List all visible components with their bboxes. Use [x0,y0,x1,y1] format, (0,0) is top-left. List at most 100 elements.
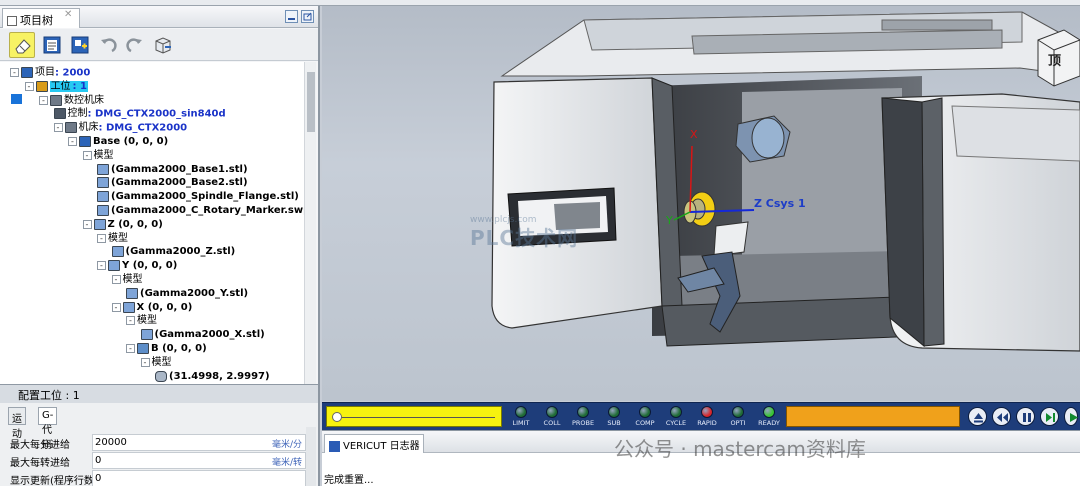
tree-scrollbar[interactable] [304,62,316,384]
tree-node-label: 机床 [78,122,99,134]
tree-node-label: 模型 [108,232,128,244]
config-row-max-feed-min: 最大每分进给 20000 毫米/分 [10,434,306,451]
unit-label: 毫米/转 [271,458,302,468]
project-icon [21,67,33,78]
tree-node[interactable]: - 模型 [111,273,143,286]
config-scrollbar[interactable] [306,427,316,486]
pause-button[interactable] [1016,407,1035,426]
collapse-toggle-icon[interactable]: - [82,150,92,160]
3d-viewport[interactable]: Z Csys 1 X Y 顶 www.plcjs.com PLC技术网 [322,6,1080,401]
undo-button[interactable] [95,32,121,58]
close-tab-icon[interactable]: ✕ [64,9,72,20]
display-update-field[interactable]: 0 [92,470,306,486]
led-bulb-icon [670,406,682,418]
tree-node[interactable]: (Gamma2000_Spindle_Flange.stl) [97,190,299,203]
import-model-button[interactable] [150,32,176,58]
tree-node[interactable]: - 机床: DMG_CTX2000 [53,121,187,134]
tree-node[interactable]: - 模型 [97,232,128,245]
step-forward-icon [1046,413,1055,422]
collapse-toggle-icon[interactable]: - [111,302,121,312]
tree-node-label: 模型 [93,149,114,161]
max-feed-per-min-field[interactable]: 20000 毫米/分 [92,434,306,451]
axis-icon [122,301,135,313]
tree-node[interactable]: (Gamma2000_C_Rotary_Marker.swp) [97,204,308,217]
tree-node[interactable]: - B (0, 0, 0) [126,342,207,355]
collapse-toggle-icon[interactable]: - [97,261,106,271]
project-toolbar [0,29,318,61]
tree-node[interactable]: - 模型 [82,149,114,162]
collapse-toggle-icon[interactable]: - [126,344,135,353]
speed-slider[interactable] [326,406,502,427]
led-bulb-icon [577,406,589,418]
tree-node[interactable]: - 模型 [126,314,157,327]
reset-button[interactable] [968,407,987,426]
tree-node[interactable]: - 模型 [140,356,172,369]
redo-button[interactable] [122,32,148,58]
play-icon [1070,413,1078,422]
tree-scroll-thumb[interactable] [307,72,315,132]
tree-node[interactable]: - 工位: 1 [24,80,88,93]
tree-node[interactable]: (Gamma2000_X.stl) [140,328,265,341]
max-feed-per-rev-field[interactable]: 0 毫米/转 [92,452,306,469]
status-led-cycle: CYCLE [660,406,692,430]
tree-node[interactable]: (Gamma2000_Base1.stl) [97,163,248,176]
minimize-panel-button[interactable] [285,10,298,23]
view-cube-label[interactable]: 顶 [1048,50,1061,69]
tree-node[interactable]: (Gamma2000_Base2.stl) [97,176,248,189]
stl-icon [97,177,109,189]
collapse-toggle-icon[interactable]: - [39,95,48,105]
tree-node[interactable]: - 项目: 2000 [10,66,90,79]
eraser-tool-button[interactable] [9,32,35,58]
slider-knob[interactable] [332,412,342,422]
status-led-ready: READY [753,406,785,430]
stl-icon [140,329,153,341]
tree-node-label: 数控机床 [64,94,104,106]
eraser-icon [15,39,31,54]
project-tree-panel: 项目树 ✕ - 项目: 2000 - 工位: 1 - 数控机床 控制: DMG… [0,6,320,486]
tree-node-label: Z (0, 0, 0) [107,218,163,230]
led-label: OPTI [730,419,746,427]
step-forward-button[interactable] [1040,407,1059,426]
properties-tool-button[interactable] [39,32,65,58]
tree-node[interactable]: - Z (0, 0, 0) [82,218,163,231]
led-bulb-icon [639,406,651,418]
add-component-button[interactable] [67,32,93,58]
document-icon [43,36,61,54]
collapse-toggle-icon[interactable]: - [126,316,135,326]
tree-node-label: 模型 [122,274,143,285]
led-label: LIMIT [512,419,530,427]
play-button[interactable] [1064,407,1078,426]
tree-node[interactable]: - X (0, 0, 0) [111,301,192,314]
collapse-toggle-icon[interactable]: - [140,357,150,367]
collapse-toggle-icon[interactable]: - [111,275,121,284]
status-led-probe: PROBE [567,406,599,430]
collapse-toggle-icon[interactable]: - [82,219,92,229]
tree-node-value: : 1 [71,81,88,93]
axis-icon [108,260,120,272]
tab-motion[interactable]: 运动 [8,407,26,440]
collapse-toggle-icon[interactable]: - [10,68,19,77]
tree-node[interactable]: - Y (0, 0, 0) [97,259,177,272]
tree-node-label: (31.4998, 2.9997) [169,370,270,382]
led-bulb-icon [732,406,744,418]
led-bulb-icon [515,406,527,418]
x-axis-label: X [690,128,698,141]
tree-node[interactable]: (Gamma2000_Z.stl) [111,245,235,258]
tree-node[interactable]: (Gamma2000_Y.stl) [126,287,248,300]
float-panel-button[interactable] [301,10,314,23]
led-bulb-icon [608,406,620,418]
y-axis-label: Y [666,214,673,227]
tree-node[interactable]: - Base (0, 0, 0) [68,135,168,148]
collapse-toggle-icon[interactable]: - [97,233,106,243]
tree-node[interactable]: 控制: DMG_CTX2000_sin840d [53,107,226,120]
tab-gcode[interactable]: G-代码 [38,407,58,451]
step-back-button[interactable] [992,407,1011,426]
collapse-toggle-icon[interactable]: - [68,137,77,146]
base-icon [79,136,91,147]
tree-node[interactable]: - 数控机床 [39,94,104,107]
vericut-log-tab[interactable]: VERICUT 日志器 [324,434,424,453]
tree-node[interactable]: (31.4998, 2.9997) [155,370,270,383]
collapse-toggle-icon[interactable]: - [24,81,34,91]
collapse-toggle-icon[interactable]: - [53,123,63,133]
float-window-icon [303,12,312,21]
